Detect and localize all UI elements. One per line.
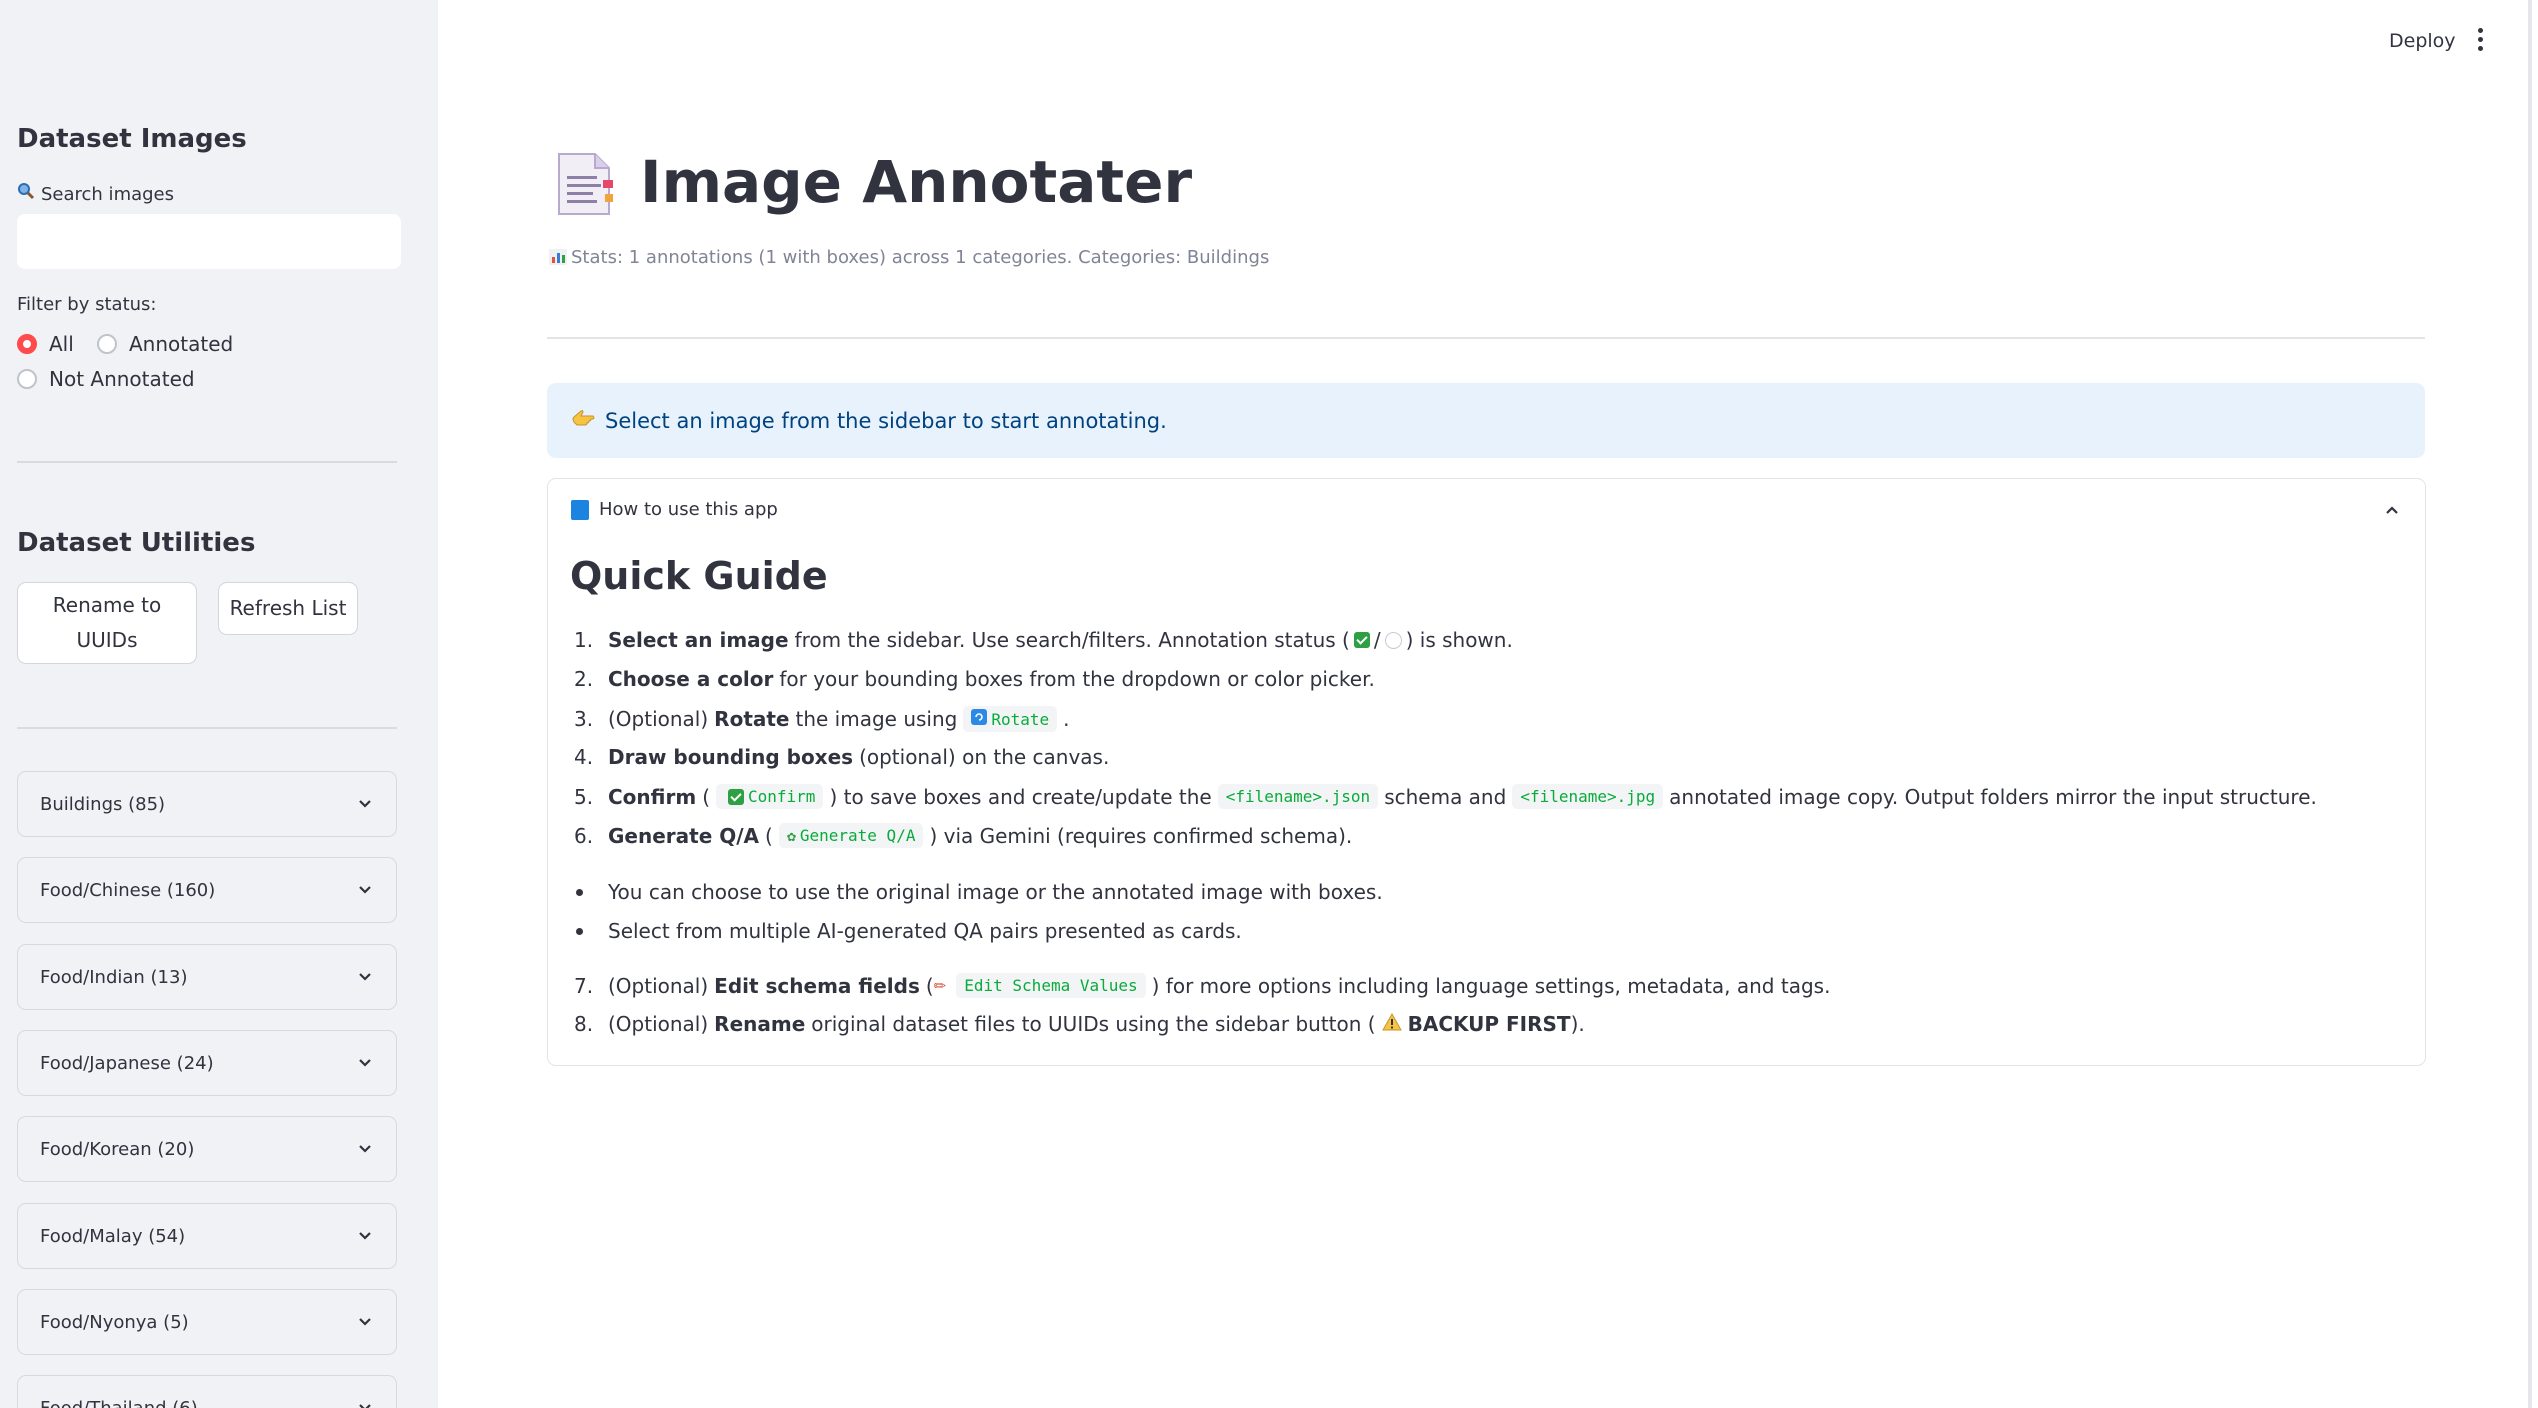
category-expander-buildings[interactable]: Buildings (85): [17, 771, 397, 837]
jpg-filename-code: <filename>.jpg: [1512, 784, 1664, 809]
category-expander-food-nyonya[interactable]: Food/Nyonya (5): [17, 1289, 397, 1355]
sparkle-icon: ✿: [786, 826, 796, 845]
stats-caption: Stats: 1 annotations (1 with boxes) acro…: [549, 247, 1269, 268]
bar-chart-icon: [549, 249, 567, 265]
category-expander-food-thailand[interactable]: Food/Thailand (6): [17, 1375, 397, 1408]
search-input[interactable]: [17, 214, 401, 269]
filter-radio-all[interactable]: All: [17, 332, 74, 356]
scrollbar[interactable]: [2528, 0, 2532, 1408]
chevron-down-icon: [359, 800, 371, 808]
divider: [17, 727, 397, 729]
guide-step: 6. Generate Q/A ( ✿ Generate Q/A ) via G…: [574, 823, 1353, 848]
magnifier-icon: [17, 182, 35, 205]
expander-header[interactable]: How to use this app: [571, 499, 778, 520]
empty-circle-icon: [1384, 631, 1402, 649]
category-expander-food-japanese[interactable]: Food/Japanese (24): [17, 1030, 397, 1096]
chevron-down-icon: [359, 1404, 371, 1408]
guide-bullet: Select from multiple AI-generated QA pai…: [576, 919, 1242, 943]
category-expander-food-indian[interactable]: Food/Indian (13): [17, 944, 397, 1010]
filter-radio-not-annotated[interactable]: Not Annotated: [17, 367, 195, 391]
chevron-up-icon[interactable]: [2383, 501, 2401, 519]
guide-step: 4. Draw bounding boxes (optional) on the…: [574, 745, 1110, 769]
guide-step: 8. (Optional) Rename original dataset fi…: [574, 1012, 1585, 1036]
document-icon: [558, 153, 613, 215]
rename-to-uuids-button[interactable]: Rename to UUIDs: [17, 582, 197, 664]
divider: [17, 461, 397, 463]
refresh-list-button[interactable]: Refresh List: [218, 582, 358, 635]
book-icon: [571, 499, 589, 520]
dataset-utilities-title: Dataset Utilities: [17, 528, 256, 558]
rotate-icon: [971, 709, 988, 729]
radio-indicator: [97, 334, 117, 354]
chevron-down-icon: [359, 1318, 371, 1326]
guide-step: 1. Select an image from the sidebar. Use…: [574, 628, 1513, 652]
category-expander-food-korean[interactable]: Food/Korean (20): [17, 1116, 397, 1182]
filter-label: Filter by status:: [17, 294, 157, 315]
check-icon: [728, 788, 744, 805]
how-to-expander: How to use this app Quick Guide 1. Selec…: [547, 478, 2426, 1066]
chevron-down-icon: [359, 973, 371, 981]
filter-radio-annotated[interactable]: Annotated: [97, 332, 233, 356]
confirm-code: Confirm: [716, 784, 824, 809]
kebab-menu-icon[interactable]: [2478, 28, 2484, 52]
guide-step: 3. (Optional) Rotate the image using Rot…: [574, 706, 1070, 732]
generate-qa-code: ✿ Generate Q/A: [778, 823, 924, 848]
guide-step: 2. Choose a color for your bounding boxe…: [574, 667, 1375, 691]
deploy-button[interactable]: Deploy: [2389, 30, 2456, 52]
warning-icon: [1381, 1012, 1402, 1036]
guide-step: 7. (Optional) Edit schema fields ( ✏ Edi…: [574, 973, 1831, 998]
radio-indicator: [17, 369, 37, 389]
radio-selected-indicator: [17, 334, 37, 354]
chevron-down-icon: [359, 1059, 371, 1067]
info-alert: Select an image from the sidebar to star…: [547, 383, 2425, 458]
pencil-icon: ✏: [933, 976, 947, 995]
json-filename-code: <filename>.json: [1217, 784, 1379, 809]
page-title: Image Annotater: [640, 148, 1193, 216]
divider: [547, 337, 2425, 339]
search-label: Search images: [17, 182, 174, 205]
chevron-down-icon: [359, 1232, 371, 1240]
edit-schema-code: Edit Schema Values: [956, 973, 1146, 998]
chevron-down-icon: [359, 886, 371, 894]
pointing-hand-icon: [571, 408, 595, 433]
guide-bullet: You can choose to use the original image…: [576, 880, 1383, 904]
rotate-code: Rotate: [963, 706, 1058, 732]
quick-guide-title: Quick Guide: [570, 554, 828, 598]
dataset-images-title: Dataset Images: [17, 124, 247, 154]
category-expander-food-malay[interactable]: Food/Malay (54): [17, 1203, 397, 1269]
category-expander-food-chinese[interactable]: Food/Chinese (160): [17, 857, 397, 923]
sidebar: Dataset Images Search images Filter by s…: [0, 0, 438, 1408]
guide-step: 5. Confirm ( Confirm ) to save boxes and…: [574, 784, 2317, 809]
check-icon: [1353, 632, 1370, 648]
chevron-down-icon: [359, 1145, 371, 1153]
